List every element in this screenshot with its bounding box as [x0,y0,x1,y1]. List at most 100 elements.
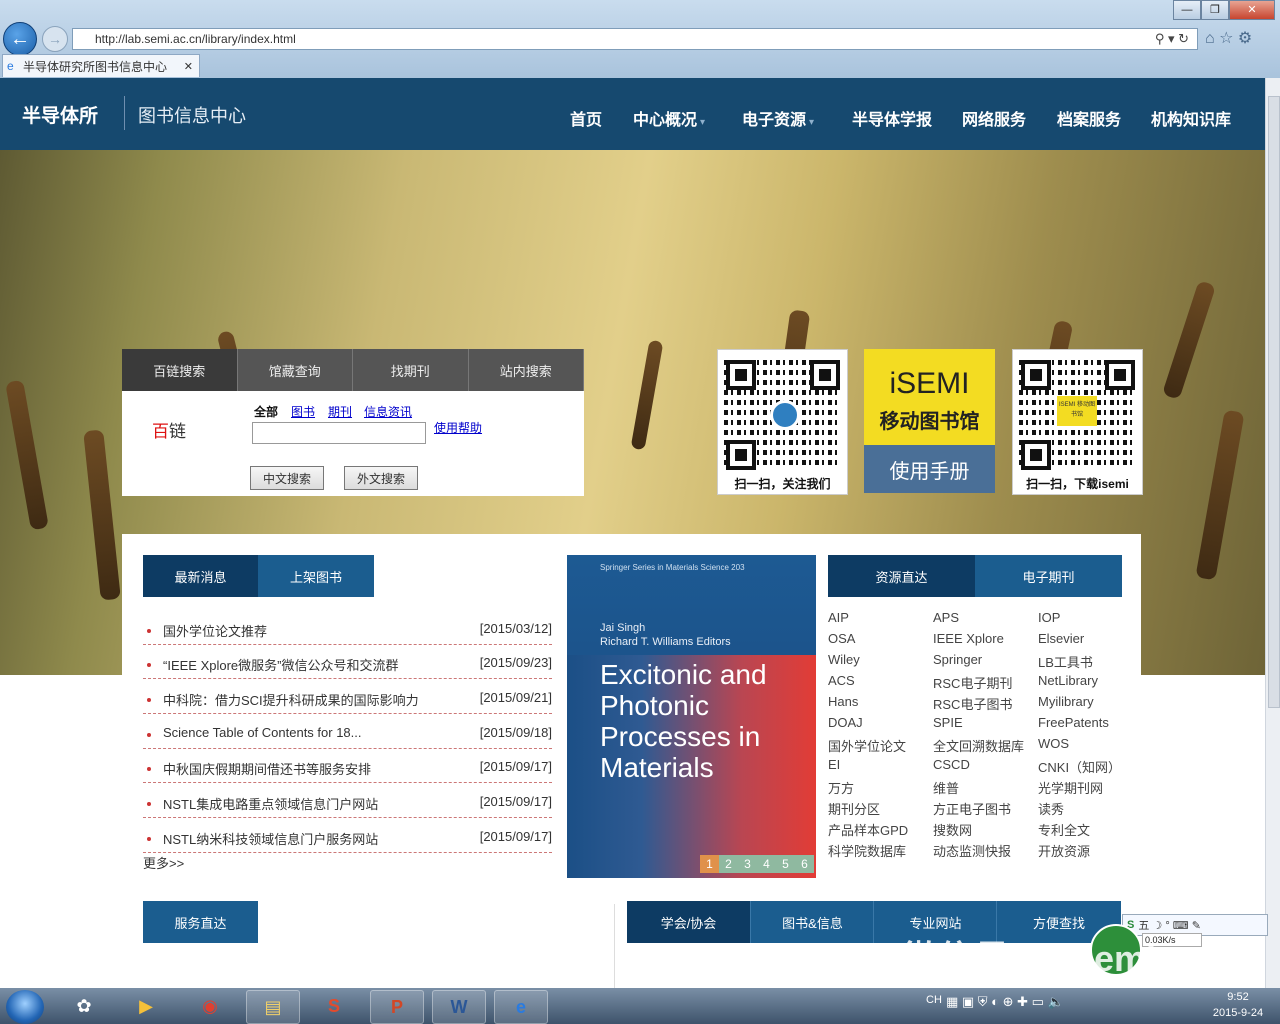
resource-link[interactable]: 搜数网 [933,820,972,839]
news-item[interactable]: 中秋国庆假期期间借还书等服务安排 [2015/09/17] [143,748,552,783]
resource-link[interactable]: 方正电子图书 [933,799,1011,818]
resource-link[interactable]: 万方 [828,778,854,797]
resource-link[interactable]: 开放资源 [1038,841,1090,860]
page-dot[interactable]: 4 [757,855,776,873]
news-title[interactable]: 国外学位论文推荐 [163,621,267,640]
tab-close-icon[interactable]: ✕ [184,60,193,73]
resource-link[interactable]: LB工具书 [1038,652,1093,671]
resource-link[interactable]: 科学院数据库 [828,841,906,860]
page-dot[interactable]: 5 [776,855,795,873]
resource-link[interactable]: RSC电子图书 [933,694,1012,713]
toolbar-icons[interactable]: ⌂ ☆ ⚙ [1205,28,1252,48]
news-item[interactable]: NSTL集成电路重点领域信息门户网站 [2015/09/17] [143,783,552,818]
category-books[interactable]: 图书 [291,403,315,420]
nav-overview[interactable]: 中心概况 ▾ [633,106,705,130]
nav-network[interactable]: 网络服务 [962,106,1026,130]
tab-latest-news[interactable]: 最新消息 [143,555,258,597]
resource-link[interactable]: Myilibrary [1038,694,1094,709]
more-link[interactable]: 更多>> [143,853,184,872]
search-refresh-icons[interactable]: ⚲ ▾ ↻ [1155,31,1189,47]
resource-link[interactable]: Hans [828,694,858,709]
scroll-thumb[interactable] [1268,96,1280,708]
chinese-search-button[interactable]: 中文搜索 [250,466,324,490]
category-journals[interactable]: 期刊 [328,403,352,420]
pinwheel-app-icon[interactable]: ✿ [58,990,110,1022]
app-s-icon[interactable]: S [308,990,360,1022]
resource-link[interactable]: OSA [828,631,855,646]
chrome-icon[interactable]: ◉ [184,990,236,1022]
news-item[interactable]: Science Table of Contents for 18... [2015… [143,714,552,749]
tab-resources[interactable]: 资源直达 [828,555,975,597]
resource-link[interactable]: AIP [828,610,849,625]
resource-link[interactable]: DOAJ [828,715,863,730]
news-item[interactable]: 国外学位论文推荐 [2015/03/12] [143,610,552,645]
news-title[interactable]: NSTL纳米科技领域信息门户服务网站 [163,829,378,848]
tab-new-books[interactable]: 上架图书 [258,555,374,597]
explorer-folder-icon[interactable]: ▤ [246,990,300,1024]
tab-collection[interactable]: 馆藏查询 [237,349,353,391]
resource-link[interactable]: ACS [828,673,855,688]
nav-eresources[interactable]: 电子资源 ▾ [742,106,814,130]
back-button[interactable]: ← [3,22,37,56]
page-dot[interactable]: 3 [738,855,757,873]
resource-link[interactable]: IEEE Xplore [933,631,1004,646]
resource-link[interactable]: EI [828,757,840,772]
news-title[interactable]: NSTL集成电路重点领域信息门户网站 [163,794,378,813]
news-title[interactable]: Science Table of Contents for 18... [163,725,362,740]
resource-link[interactable]: Wiley [828,652,860,667]
resource-link[interactable]: APS [933,610,959,625]
resource-link[interactable]: Elsevier [1038,631,1084,646]
download-qr-card[interactable]: ISEMI 移动图书馆 扫一扫，下载isemi [1012,349,1143,495]
resource-link[interactable]: WOS [1038,736,1069,751]
page-dot[interactable]: 1 [700,855,719,873]
resource-link[interactable]: RSC电子期刊 [933,673,1012,692]
book-cover-carousel[interactable]: Springer Series in Materials Science 203… [567,555,816,878]
nav-archive[interactable]: 档案服务 [1057,106,1121,130]
page-dot[interactable]: 2 [719,855,738,873]
tab-site-search[interactable]: 站内搜索 [468,349,584,391]
news-item[interactable]: “IEEE Xplore微服务”微信公众号和交流群 [2015/09/23] [143,644,552,679]
resource-link[interactable]: SPIE [933,715,963,730]
resource-link[interactable]: CNKI（知网） [1038,757,1121,776]
media-player-icon[interactable]: ▶ [120,990,172,1022]
resource-link[interactable]: 产品样本GPD [828,820,908,839]
tab-find-journal[interactable]: 找期刊 [353,349,469,391]
tab-baidu-link[interactable]: 百链搜索 [122,349,238,391]
tab-ejournals[interactable]: 电子期刊 [975,555,1122,597]
resource-link[interactable]: FreePatents [1038,715,1109,730]
lang-indicator[interactable]: CH [926,994,942,1006]
site-logo[interactable]: 半导体所 [22,101,98,128]
tray-icons[interactable]: ▦ ▣ ⛨ ◐ ⊕ ✚ ▭ 🔈 [946,994,1064,1010]
category-all[interactable]: 全部 [254,403,278,420]
resource-link[interactable]: 期刊分区 [828,799,880,818]
nav-repository[interactable]: 机构知识库 [1151,106,1231,130]
resource-link[interactable]: Springer [933,652,982,667]
resource-link[interactable]: 国外学位论文 [828,736,906,755]
browser-tab[interactable]: e 半导体研究所图书信息中心 ✕ [2,54,200,77]
word-icon[interactable]: W [432,990,486,1024]
address-bar[interactable]: http://lab.semi.ac.cn/library/index.html… [72,28,1198,50]
resource-link[interactable]: 维普 [933,778,959,797]
resource-link[interactable]: CSCD [933,757,970,772]
news-title[interactable]: 中科院：借力SCI提升科研成果的国际影响力 [163,690,419,709]
page-dot[interactable]: 6 [795,855,814,873]
system-clock[interactable]: 9:52 2015-9-24 [1196,989,1280,1021]
news-title[interactable]: 中秋国庆假期期间借还书等服务安排 [163,759,371,778]
forward-button[interactable]: → [42,26,68,52]
internet-explorer-icon[interactable]: e [494,990,548,1024]
news-title[interactable]: “IEEE Xplore微服务”微信公众号和交流群 [163,655,398,674]
start-button[interactable] [6,990,44,1024]
tab-services[interactable]: 服务直达 [143,901,258,943]
isemi-manual-button[interactable]: 使用手册 [864,445,995,493]
resource-link[interactable]: 光学期刊网 [1038,778,1103,797]
news-item[interactable]: 中科院：借力SCI提升科研成果的国际影响力 [2015/09/21] [143,679,552,714]
search-input[interactable] [252,422,426,444]
page-scrollbar[interactable] [1265,78,1280,988]
resource-link[interactable]: 全文回溯数据库 [933,736,1024,755]
maximize-button[interactable]: ❐ [1201,0,1229,20]
nav-home[interactable]: 首页 [570,106,602,130]
help-link[interactable]: 使用帮助 [434,419,482,436]
minimize-button[interactable]: — [1173,0,1201,20]
resource-link[interactable]: 读秀 [1038,799,1064,818]
close-button[interactable]: ✕ [1229,0,1275,20]
